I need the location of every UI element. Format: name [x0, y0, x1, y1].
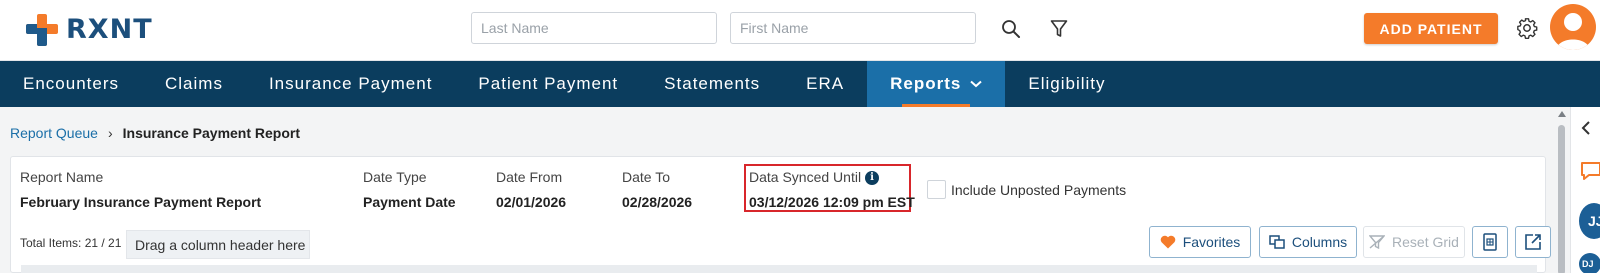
- date-type-field: Date Type Payment Date: [363, 169, 456, 210]
- nav-item-claims[interactable]: Claims: [142, 61, 246, 107]
- nav-item-reports[interactable]: Reports: [867, 61, 1006, 107]
- export-button[interactable]: [1515, 226, 1551, 258]
- top-bar: RXNT ADD PATIENT: [0, 0, 1600, 61]
- date-from-value: 02/01/2026: [496, 194, 567, 210]
- nav-item-eligibility[interactable]: Eligibility: [1005, 61, 1128, 107]
- date-to-label: Date To: [622, 169, 670, 185]
- date-to-field: Date To 02/28/2026: [622, 169, 692, 210]
- nav-item-era[interactable]: ERA: [783, 61, 867, 107]
- reset-grid-label: Reset Grid: [1392, 234, 1459, 250]
- grid-header-strip: [21, 265, 1537, 273]
- rail-avatar[interactable]: JJ: [1579, 203, 1600, 239]
- date-from-label: Date From: [496, 169, 563, 185]
- nav-item-patient-payment[interactable]: Patient Payment: [455, 61, 641, 107]
- logo-cross-icon: [24, 10, 62, 48]
- nav-item-encounters[interactable]: Encounters: [0, 61, 142, 107]
- date-type-value: Payment Date: [363, 194, 456, 210]
- nav-item-insurance-payment[interactable]: Insurance Payment: [246, 61, 455, 107]
- chat-icon[interactable]: [1579, 159, 1600, 188]
- data-synced-label: Data Synced Until: [749, 169, 862, 185]
- filter-icon[interactable]: [1046, 16, 1072, 42]
- last-name-input[interactable]: [471, 12, 717, 44]
- scroll-up-arrow-icon[interactable]: [1558, 111, 1566, 117]
- logo-text: RXNT: [66, 13, 153, 45]
- export-icon: [1525, 234, 1541, 250]
- rail-small-avatar[interactable]: DJ: [1579, 253, 1600, 273]
- filter-off-icon: [1369, 235, 1386, 249]
- search-icon[interactable]: [998, 16, 1024, 42]
- include-unposted-checkbox[interactable]: [927, 180, 946, 199]
- columns-label: Columns: [1291, 234, 1348, 250]
- report-name-field: Report Name February Insurance Payment R…: [20, 169, 261, 210]
- report-name-label: Report Name: [20, 169, 104, 185]
- right-rail: JJ DJ: [1570, 107, 1600, 273]
- first-name-input[interactable]: [730, 12, 976, 44]
- info-icon[interactable]: i: [865, 171, 880, 185]
- date-to-value: 02/28/2026: [622, 194, 693, 210]
- breadcrumb: Report Queue › Insurance Payment Report: [10, 125, 300, 141]
- total-items: Total Items: 21 / 21: [20, 236, 122, 250]
- breadcrumb-report-queue-link[interactable]: Report Queue: [10, 125, 98, 141]
- rxnt-logo[interactable]: RXNT: [24, 10, 153, 48]
- breadcrumb-current: Insurance Payment Report: [122, 125, 301, 141]
- chevron-down-icon: [970, 80, 983, 88]
- add-patient-button[interactable]: ADD PATIENT: [1364, 13, 1498, 44]
- export-excel-button[interactable]: [1472, 226, 1508, 258]
- main-nav: Encounters Claims Insurance Payment Pati…: [0, 61, 1600, 107]
- report-details-card: Report Name February Insurance Payment R…: [10, 156, 1551, 273]
- report-name-value: February Insurance Payment Report: [20, 194, 262, 210]
- scroll-thumb[interactable]: [1558, 125, 1565, 273]
- date-type-label: Date Type: [363, 169, 427, 185]
- chevron-right-icon: ›: [107, 125, 113, 141]
- gear-icon[interactable]: [1514, 15, 1540, 41]
- date-from-field: Date From 02/01/2026: [496, 169, 566, 210]
- page-scrollbar[interactable]: [1556, 107, 1568, 273]
- spreadsheet-icon: [1483, 233, 1497, 251]
- user-avatar[interactable]: [1550, 4, 1596, 50]
- nav-item-reports-label: Reports: [890, 74, 962, 93]
- favorites-button[interactable]: Favorites: [1149, 226, 1251, 258]
- favorites-label: Favorites: [1182, 234, 1241, 250]
- group-drop-zone[interactable]: Drag a column header here: [126, 230, 310, 259]
- data-synced-value: 03/12/2026 12:09 pm EST: [749, 194, 915, 210]
- heart-icon: [1160, 235, 1176, 249]
- columns-icon: [1269, 235, 1285, 249]
- data-synced-field: Data Synced Until i 03/12/2026 12:09 pm E…: [749, 169, 915, 210]
- include-unposted-label[interactable]: Include Unposted Payments: [951, 182, 1126, 198]
- nav-item-statements[interactable]: Statements: [641, 61, 783, 107]
- reset-grid-button[interactable]: Reset Grid: [1363, 226, 1465, 258]
- collapse-chevron-icon[interactable]: [1581, 121, 1591, 140]
- columns-button[interactable]: Columns: [1259, 226, 1357, 258]
